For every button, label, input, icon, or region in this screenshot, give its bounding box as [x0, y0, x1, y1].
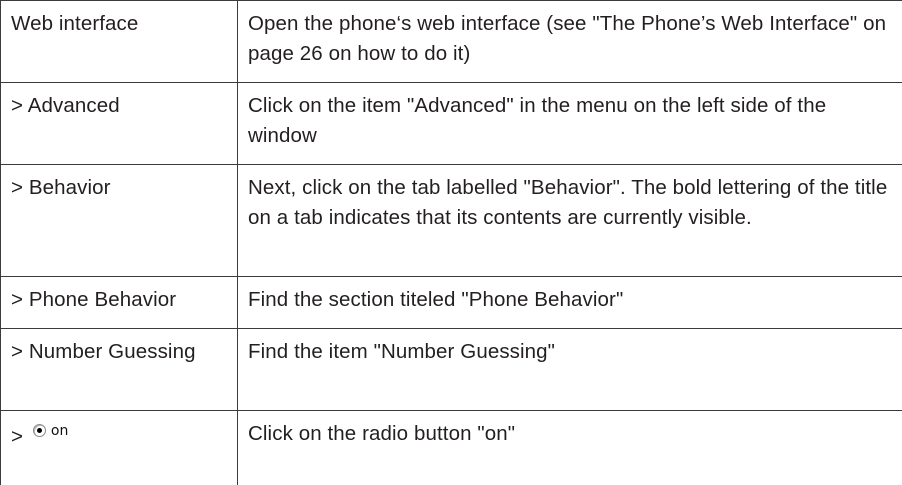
radio-on-image: on: [33, 416, 69, 446]
instruction-cell: Find the section titeled "Phone Behavior…: [238, 277, 902, 329]
table-row: > Advanced Click on the item "Advanced" …: [1, 83, 902, 165]
table-row: > Number Guessing Find the item "Number …: [1, 329, 902, 411]
instruction-cell: Find the item "Number Guessing": [238, 329, 902, 411]
instruction-cell: Open the phone‘s web interface (see "The…: [238, 1, 902, 83]
step-cell: > Number Guessing: [1, 329, 238, 411]
step-cell: > Advanced: [1, 83, 238, 165]
step-prefix: >: [11, 425, 23, 448]
table-row: Web interface Open the phone‘s web inter…: [1, 1, 902, 83]
instruction-table: Web interface Open the phone‘s web inter…: [0, 0, 902, 485]
radio-selected-icon: [33, 424, 46, 437]
step-cell: > Phone Behavior: [1, 277, 238, 329]
instruction-cell: Click on the radio button "on": [238, 411, 902, 485]
step-cell: Web interface: [1, 1, 238, 83]
step-cell: > on: [1, 411, 238, 485]
instruction-cell: Click on the item "Advanced" in the menu…: [238, 83, 902, 165]
radio-label: on: [51, 416, 69, 446]
table-row: > Phone Behavior Find the section titele…: [1, 277, 902, 329]
step-cell: > Behavior: [1, 165, 238, 277]
table-row: > on Click on the radio button "on": [1, 411, 902, 485]
table-row: > Behavior Next, click on the tab labell…: [1, 165, 902, 277]
instruction-cell: Next, click on the tab labelled "Behavio…: [238, 165, 902, 277]
